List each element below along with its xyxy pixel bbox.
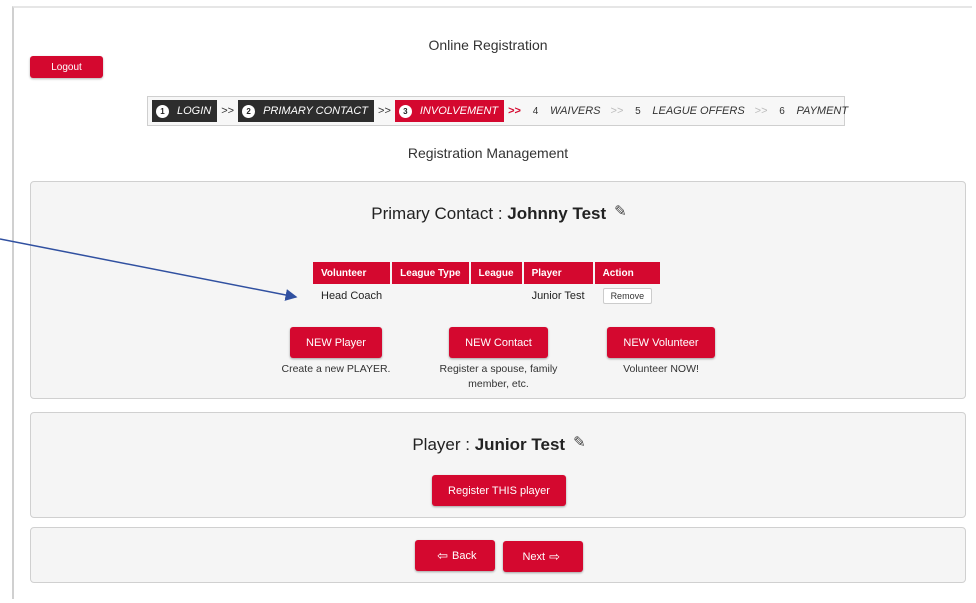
new-contact-button[interactable]: NEW Contact — [449, 327, 548, 358]
next-label: Next — [522, 550, 546, 563]
back-label: Back — [451, 549, 477, 562]
cell-player: Junior Test — [531, 290, 585, 302]
remove-button[interactable]: Remove — [602, 288, 653, 304]
page-title: Online Registration — [428, 37, 548, 53]
step-separator: >> — [378, 105, 391, 117]
step-label: PAYMENT — [796, 105, 849, 117]
cell-action: Remove — [595, 284, 661, 308]
back-button[interactable]: ⇦ Back — [414, 540, 495, 571]
step-waivers: 4 WAIVERS — [525, 100, 607, 122]
new-volunteer-button[interactable]: NEW Volunteer — [607, 327, 715, 358]
step-label: WAIVERS — [549, 105, 601, 117]
step-login[interactable]: 1 LOGIN — [152, 100, 218, 122]
new-volunteer-group: NEW Volunteer Volunteer NOW! — [581, 327, 741, 377]
column-header-action: Action — [594, 262, 661, 284]
step-primary-contact[interactable]: 2 PRIMARY CONTACT — [238, 100, 375, 122]
nav-wrap: ⇦ Back Next ⇨ — [31, 540, 967, 572]
column-header-league-type: League Type — [392, 262, 469, 284]
primary-contact-label: Primary Contact : — [371, 204, 508, 223]
player-panel: Player : Junior Test ✎ Register THIS play… — [30, 412, 966, 518]
table-row: Head Coach Junior Test Remove — [313, 284, 660, 308]
step-label: INVOLVEMENT — [419, 105, 499, 117]
register-player-button[interactable]: Register THIS player — [432, 475, 566, 506]
step-number: 3 — [398, 104, 412, 118]
new-player-group: NEW Player Create a new PLAYER. — [256, 327, 416, 377]
step-league-offers: 5 LEAGUE OFFERS — [627, 100, 750, 122]
column-header-player: Player — [523, 262, 593, 284]
new-contact-group: NEW Contact Register a spouse, family me… — [416, 327, 581, 392]
registration-steps: 1 LOGIN >> 2 PRIMARY CONTACT >> 3 INVOLV… — [147, 96, 848, 126]
step-payment: 6 PAYMENT — [772, 100, 855, 122]
column-header-volunteer: Volunteer — [313, 262, 391, 284]
cell-league-type — [392, 284, 468, 308]
cell-volunteer: Head Coach — [321, 290, 383, 302]
volunteer-table: Volunteer League Type League Player Acti… — [311, 262, 662, 308]
pencil-icon[interactable]: ✎ — [573, 433, 586, 451]
new-player-caption: Create a new PLAYER. — [281, 363, 391, 375]
primary-contact-panel: Primary Contact : Johnny Test ✎ Volunteer… — [30, 181, 966, 399]
register-wrap: Register THIS player — [31, 475, 967, 506]
primary-contact-name: Johnny Test — [507, 204, 607, 223]
arrow-left-icon: ⇦ — [437, 547, 448, 563]
new-contact-caption: Register a spouse, family member, etc. — [439, 363, 558, 390]
step-number: 4 — [532, 105, 539, 117]
arrow-right-icon: ⇨ — [549, 548, 560, 564]
step-separator: >> — [754, 105, 768, 117]
step-separator: >> — [610, 105, 624, 117]
column-header-league: League — [470, 262, 522, 284]
step-label: LOGIN — [177, 105, 212, 117]
player-label: Player : — [412, 435, 475, 454]
table-header-row: Volunteer League Type League Player Acti… — [313, 262, 661, 284]
step-involvement[interactable]: 3 INVOLVEMENT — [394, 100, 505, 122]
step-number: 6 — [779, 105, 785, 117]
logout-button[interactable]: Logout — [30, 56, 103, 78]
step-label: LEAGUE OFFERS — [652, 105, 745, 117]
new-volunteer-caption: Volunteer NOW! — [623, 363, 699, 375]
step-separator: >> — [221, 105, 235, 117]
navigation-panel: ⇦ Back Next ⇨ — [30, 527, 966, 583]
step-label: PRIMARY CONTACT — [263, 105, 369, 117]
primary-contact-heading: Primary Contact : Johnny Test ✎ — [31, 202, 967, 224]
player-heading: Player : Junior Test ✎ — [31, 433, 967, 455]
step-number: 2 — [242, 104, 256, 118]
new-player-button[interactable]: NEW Player — [290, 327, 382, 358]
next-button[interactable]: Next ⇨ — [503, 541, 584, 572]
player-name: Junior Test — [474, 435, 566, 454]
section-title: Registration Management — [407, 145, 569, 161]
pencil-icon[interactable]: ✎ — [614, 202, 627, 220]
cell-league — [471, 284, 522, 308]
step-separator: >> — [508, 105, 521, 117]
step-number: 1 — [156, 104, 169, 118]
step-number: 5 — [635, 105, 641, 117]
